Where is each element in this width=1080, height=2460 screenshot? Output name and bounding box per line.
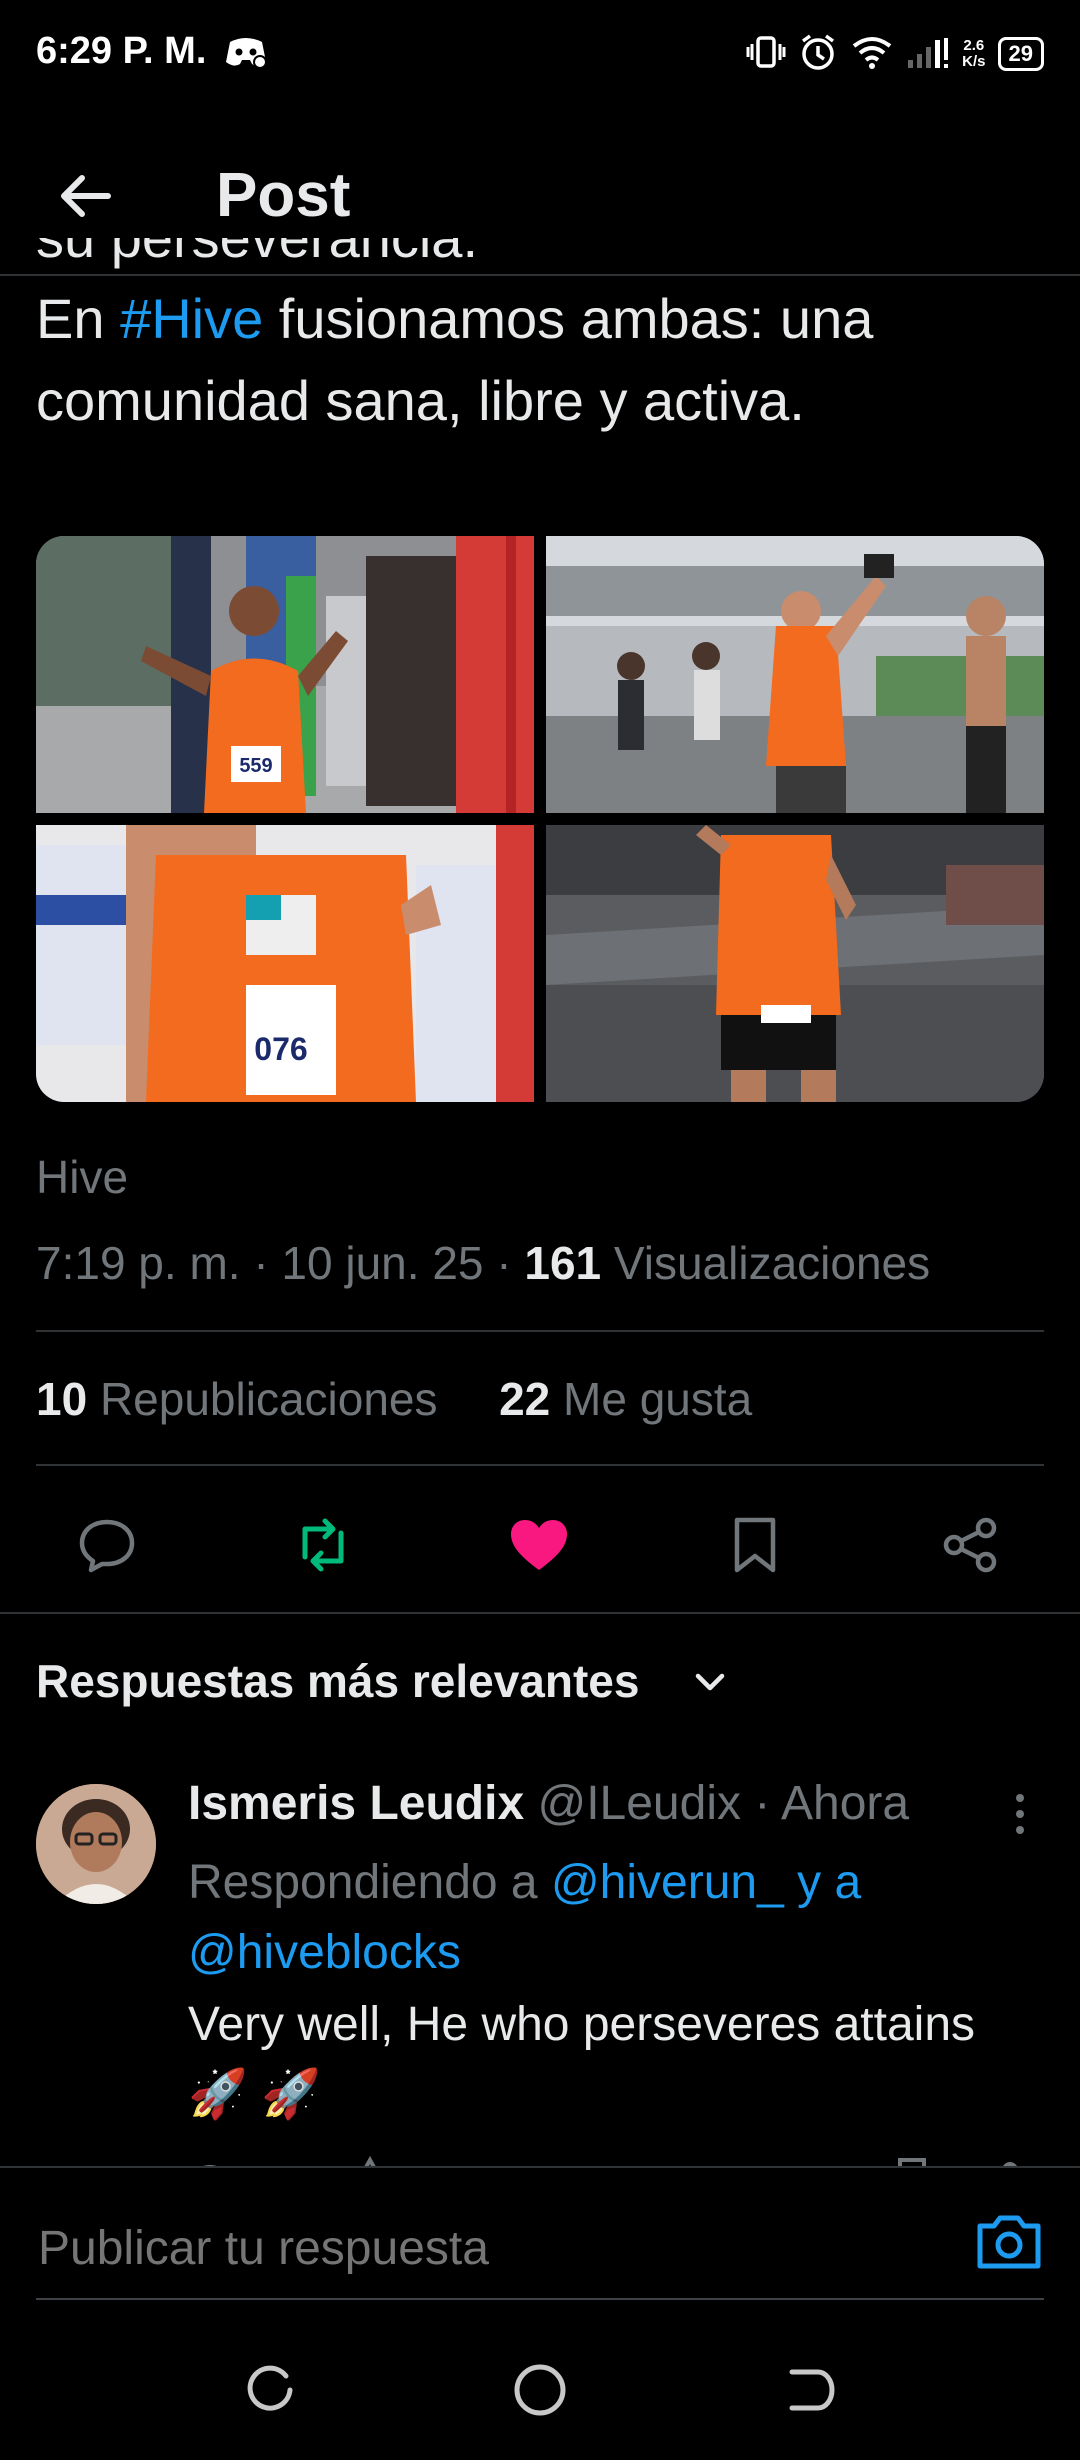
reposts-label: Republicaciones <box>87 1373 438 1425</box>
reply-actions-peek <box>180 2150 1040 2166</box>
mention-link-1[interactable]: @hiverun_ y a <box>551 1856 861 1909</box>
reply-button[interactable] <box>62 1500 152 1590</box>
arrow-left-icon <box>61 175 111 217</box>
back-button[interactable] <box>48 160 120 232</box>
reply-body: Very well, He who perseveres attains <box>188 1998 976 2051</box>
section-divider <box>0 1612 1080 1614</box>
likes-stat[interactable]: 22 Me gusta <box>499 1373 752 1425</box>
photo-runner-3[interactable]: 076 <box>36 825 534 1102</box>
repost-icon <box>302 1518 344 1572</box>
reply-author-handle: @ILeudix · Ahora <box>524 1777 910 1830</box>
recent-apps-button[interactable] <box>230 2350 310 2430</box>
wifi-icon <box>850 34 894 75</box>
home-button[interactable] <box>500 2350 580 2430</box>
chevron-down-icon[interactable] <box>690 1662 730 1707</box>
avatar[interactable] <box>36 1784 156 1904</box>
replying-to: Respondiendo a @hiverun_ y a @hiveblocks <box>188 1848 1048 1988</box>
like-button[interactable] <box>494 1500 584 1590</box>
page-title: Post <box>216 161 351 230</box>
vibrate-icon <box>746 34 786 75</box>
stats-divider <box>36 1464 1044 1466</box>
likes-label: Me gusta <box>550 1373 753 1425</box>
camera-icon[interactable] <box>974 2210 1044 2274</box>
header-divider <box>0 274 1080 276</box>
views-label: Visualizaciones <box>601 1237 931 1289</box>
alarm-icon <box>798 32 838 77</box>
photo-runner-4[interactable] <box>546 825 1044 1102</box>
signal-icon <box>906 34 950 75</box>
reply-emoji: 🚀 🚀 <box>188 2068 321 2121</box>
heart-icon <box>511 1520 567 1570</box>
tweet-text: su perseverancia. En #Hive fusionamos am… <box>36 238 1036 456</box>
recents-icon <box>247 2365 293 2411</box>
comment-icon <box>79 1519 135 1573</box>
repost-button[interactable] <box>278 1500 368 1590</box>
views-count: 161 <box>524 1237 602 1289</box>
reply-input[interactable] <box>36 2220 940 2277</box>
reply-text: Very well, He who perseveres attains 🚀 🚀 <box>188 1990 1058 2130</box>
tweet-text-cut: su perseverancia. <box>36 238 478 278</box>
speed-unit: K/s <box>962 53 986 70</box>
replying-prefix: Respondiendo a <box>188 1856 551 1909</box>
hashtag-link[interactable]: #Hive <box>120 287 263 350</box>
replies-sort-label[interactable]: Respuestas más relevantes <box>36 1654 639 1708</box>
share-icon <box>943 1517 997 1573</box>
tweet-meta: 7:19 p. m. · 10 jun. 25 · 161 Visualizac… <box>36 1236 930 1290</box>
discord-icon <box>224 34 268 75</box>
likes-count: 22 <box>499 1373 551 1425</box>
reply-author[interactable]: Ismeris Leudix @ILeudix · Ahora <box>188 1776 909 1831</box>
tweet-text-pre: En <box>36 287 121 350</box>
reposts-count: 10 <box>36 1373 88 1425</box>
photo-runner-2[interactable] <box>546 536 1044 813</box>
media-grid: 559 076 <box>36 536 1044 1102</box>
speed-value: 2.6 <box>963 37 985 54</box>
tweet-source: Hive <box>36 1151 129 1203</box>
reposts-stat[interactable]: 10 Republicaciones <box>36 1373 438 1425</box>
status-time: 6:29 P. M. <box>36 30 207 72</box>
meta-divider <box>36 1330 1044 1332</box>
back-nav-button[interactable] <box>770 2350 850 2430</box>
network-speed: 2.6 K/s <box>962 38 985 70</box>
tweet-timestamp: 7:19 p. m. · 10 jun. 25 · <box>36 1237 525 1289</box>
tweet-stats: 10 Republicaciones 22 Me gusta <box>36 1372 752 1426</box>
battery-indicator: 29 <box>997 37 1044 71</box>
bib-number-1: 559 <box>239 755 272 777</box>
home-circle-icon <box>514 2364 566 2416</box>
photo-runner-1[interactable]: 559 <box>36 536 534 813</box>
mention-link-2[interactable]: @hiveblocks <box>188 1926 461 1979</box>
more-options-icon[interactable] <box>1000 1784 1040 1844</box>
share-button[interactable] <box>926 1500 1016 1590</box>
bib-number-3: 076 <box>254 1031 307 1067</box>
reply-author-name: Ismeris Leudix <box>188 1777 525 1830</box>
bookmark-button[interactable] <box>710 1500 800 1590</box>
composer-divider <box>36 2298 1044 2300</box>
back-nav-icon <box>789 2369 835 2411</box>
bookmark-icon <box>734 1517 776 1573</box>
status-icons: 2.6 K/s 29 <box>746 28 1044 80</box>
